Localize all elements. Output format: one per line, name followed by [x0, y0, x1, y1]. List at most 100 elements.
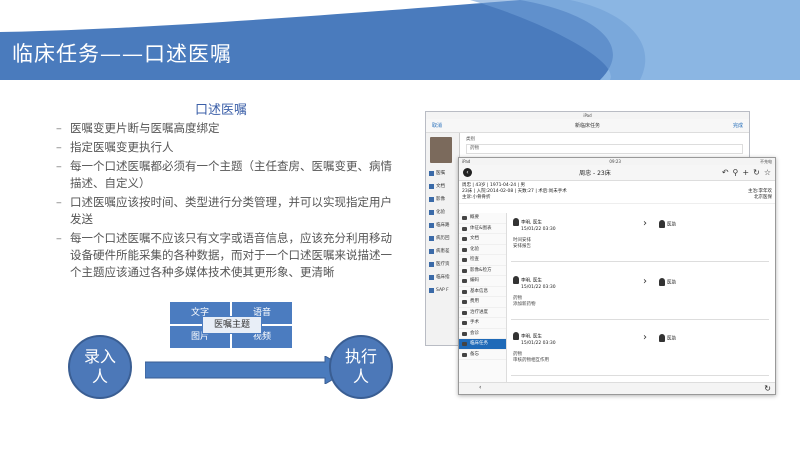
- back-sidebar-item[interactable]: 化验: [426, 206, 459, 219]
- entry-person-label: 录入人: [83, 347, 116, 386]
- back-icon[interactable]: ‹: [463, 168, 472, 177]
- insurance: 北京医保: [754, 195, 772, 200]
- nurse-icon: [659, 334, 665, 342]
- add-icon[interactable]: +: [742, 168, 749, 177]
- sidebar-item[interactable]: 会诊: [459, 329, 506, 339]
- toolbar-icons: ↶ ⚲ + ↻ ☆: [718, 168, 771, 177]
- back-sidebar-item[interactable]: SAP F: [426, 284, 459, 297]
- sidebar-item[interactable]: 备忘: [459, 350, 506, 360]
- order-topic-box: 医嘱主题: [202, 316, 262, 334]
- sidebar-item[interactable]: 影像&检方: [459, 266, 506, 276]
- entry-person-circle: 录入人: [68, 335, 132, 399]
- status-bar-front: iPad 09:23 不充电: [459, 158, 775, 165]
- doctor-photo: [430, 137, 452, 163]
- sidebar-item-clinical-task[interactable]: 临床任务: [459, 339, 506, 350]
- new-task-title: 新临床任务: [574, 123, 600, 129]
- task-card[interactable]: 李明, 医生 15/01/22 03:30 › 医助 时间安排 安排报告: [511, 216, 769, 262]
- section-subtitle: 口述医嘱: [195, 103, 248, 118]
- assignee-role: 医助: [667, 336, 676, 342]
- task-assignee: 医助: [659, 334, 676, 342]
- author-name: 李明, 医生: [521, 334, 542, 340]
- task-time: 15/01/22 03:30: [521, 284, 556, 290]
- back-sidebar-item[interactable]: 病患差: [426, 245, 459, 258]
- bottom-toolbar: ↻ ‹: [459, 382, 775, 394]
- patient-sidebar: 概要 体征&图表 文档 化验 检查 影像&检方 编码 基本信息 费用 治疗进度 …: [459, 213, 507, 382]
- bullet-item: 每一个口述医嘱不应该只有文字或语音信息，应该充分利用移动设备硬件所能采集的各种数…: [56, 230, 396, 281]
- refresh-icon[interactable]: ↻: [753, 168, 760, 177]
- type-select[interactable]: 药物: [466, 144, 743, 154]
- back-sidebar-item[interactable]: 医嘱: [426, 167, 459, 180]
- task-text: 审核药物相互作用: [513, 358, 549, 363]
- new-task-bar: 取消 新临床任务 完成: [426, 119, 749, 133]
- sidebar-item[interactable]: 化验: [459, 245, 506, 255]
- tablet-screenshot-front: iPad 09:23 不充电 ‹ 周忠 - 23床 ↶ ⚲ + ↻ ☆ 周忠 | 43岁…: [458, 157, 776, 395]
- sidebar-item[interactable]: 概要: [459, 213, 506, 224]
- back-sidebar-item[interactable]: 医疗资: [426, 258, 459, 271]
- person-icon: [513, 276, 519, 284]
- page-title: 临床任务——口述医嘱: [12, 42, 232, 66]
- chevron-right-icon: ›: [643, 218, 647, 229]
- slide: 临床任务——口述医嘱 口述医嘱 医嘱变更片断与医嘱高度绑定 指定医嘱变更执行人 …: [0, 0, 800, 450]
- back-sidebar-item[interactable]: 病历回: [426, 232, 459, 245]
- done-button[interactable]: 完成: [733, 122, 743, 129]
- header-band: 临床任务——口述医嘱: [0, 0, 800, 80]
- nurse-icon: [659, 278, 665, 286]
- task-author: 李明, 医生 15/01/22 03:30: [513, 218, 556, 233]
- person-icon: [513, 218, 519, 226]
- flow-arrow: [145, 356, 350, 384]
- task-author: 李明, 医生 15/01/22 03:30: [513, 332, 556, 347]
- task-content: 时间安排 安排报告: [513, 238, 531, 250]
- sidebar-item[interactable]: 检查: [459, 255, 506, 266]
- author-name: 李明, 医生: [521, 278, 542, 284]
- task-time: 15/01/22 03:30: [521, 340, 556, 346]
- task-content: 药物 审核药物相互作用: [513, 352, 549, 364]
- bullet-list: 医嘱变更片断与医嘱高度绑定 指定医嘱变更执行人 每一个口述医嘱都必须有一个主题（…: [56, 120, 396, 283]
- undo-icon[interactable]: ↶: [722, 168, 729, 177]
- assignee-role: 医助: [667, 222, 676, 228]
- bullet-item: 医嘱变更片断与医嘱高度绑定: [56, 120, 396, 137]
- diagnosis: 主诉:小骨骨折: [462, 195, 491, 200]
- executor-circle: 执行人: [329, 335, 393, 399]
- assignee-role: 医助: [667, 280, 676, 286]
- status-left: iPad: [462, 159, 471, 164]
- nurse-icon: [659, 220, 665, 228]
- collapse-icon[interactable]: ‹: [479, 384, 481, 391]
- status-text: iPad: [583, 113, 592, 118]
- sidebar-item[interactable]: 费用: [459, 297, 506, 308]
- task-author: 李明, 医生 15/01/22 03:30: [513, 276, 556, 291]
- star-icon[interactable]: ☆: [764, 168, 771, 177]
- search-icon[interactable]: ⚲: [733, 168, 739, 177]
- patient-bed-title: 周忠 - 23床: [579, 170, 611, 177]
- person-icon: [513, 332, 519, 340]
- type-label: 类别: [466, 137, 475, 142]
- patient-nav-bar: ‹ 周忠 - 23床 ↶ ⚲ + ↻ ☆: [459, 165, 775, 181]
- task-time: 15/01/22 03:30: [521, 226, 556, 232]
- patient-info: 周忠 | 43岁 | 1971-04-24 | 男 23床 | 入院:2014-…: [459, 181, 775, 204]
- sidebar-item[interactable]: 编码: [459, 276, 506, 287]
- back-sidebar-item[interactable]: 影像: [426, 193, 459, 206]
- task-card[interactable]: 李明, 医生 15/01/22 03:30 › 医助 药物 添加新药物: [511, 274, 769, 320]
- sidebar-item[interactable]: 基本信息: [459, 287, 506, 297]
- status-time: 09:23: [609, 159, 621, 164]
- task-type-form: 类别 药物: [460, 133, 749, 159]
- back-sidebar-item[interactable]: 文档: [426, 180, 459, 193]
- task-content: 药物 添加新药物: [513, 296, 536, 308]
- bullet-item: 指定医嘱变更执行人: [56, 139, 396, 156]
- task-text: 添加新药物: [513, 302, 536, 307]
- cancel-button[interactable]: 取消: [432, 122, 442, 129]
- task-assignee: 医助: [659, 220, 676, 228]
- sidebar-item[interactable]: 手术: [459, 318, 506, 329]
- back-sidebar-item[interactable]: 临床路: [426, 219, 459, 232]
- sidebar-item[interactable]: 治疗进度: [459, 308, 506, 318]
- author-name: 李明, 医生: [521, 220, 542, 226]
- back-sidebar: 医嘱 文档 影像 化验 临床路 病历回 病患差 医疗资 临床指 SAP F: [426, 133, 460, 345]
- chevron-right-icon: ›: [643, 276, 647, 287]
- sidebar-item[interactable]: 体征&图表: [459, 224, 506, 234]
- back-sidebar-item[interactable]: 临床指: [426, 271, 459, 284]
- task-assignee: 医助: [659, 278, 676, 286]
- status-bar: iPad: [426, 112, 749, 119]
- sidebar-item[interactable]: 文档: [459, 234, 506, 245]
- patient-line-3-row: 主诉:小骨骨折 北京医保: [462, 195, 772, 201]
- task-card[interactable]: 李明, 医生 15/01/22 03:30 › 医助 药物 审核药物相互作用: [511, 330, 769, 376]
- refresh-bottom-icon[interactable]: ↻: [764, 384, 771, 393]
